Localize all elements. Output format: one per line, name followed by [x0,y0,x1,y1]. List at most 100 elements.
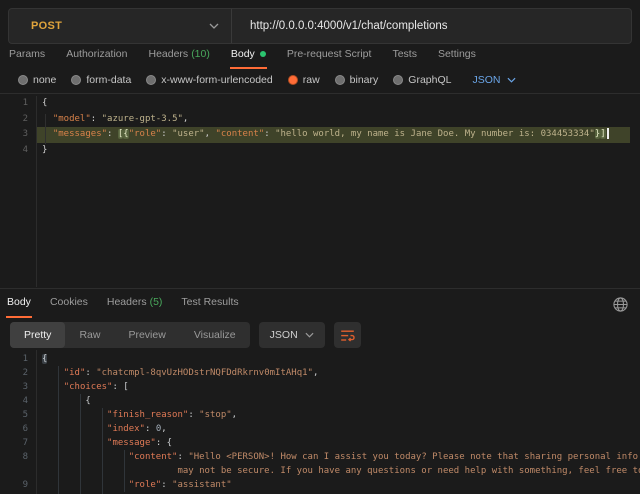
radio-label: binary [350,74,379,86]
radio-icon [335,75,345,85]
code-text: } [36,143,630,159]
response-view-tabs: PrettyRawPreviewVisualize [10,322,250,348]
code-text: "id": "chatcmpl-8qvUzHODstrNQFDdRkrnv0mI… [36,366,318,380]
code-line: 8 "content": "Hello <PERSON>! How can I … [0,450,640,464]
chevron-down-icon [507,77,516,83]
tab-label: Params [9,48,45,60]
code-text: { [36,352,47,366]
code-text: { [36,96,630,112]
tab-count-badge: (10) [191,48,210,60]
code-line: 6 "index": 0, [0,422,640,436]
gutter-divider [36,96,37,287]
tab-label: Settings [438,48,476,60]
line-number: 2 [0,366,36,380]
indent-guide [102,408,103,494]
language-dropdown[interactable]: JSON [472,74,515,86]
url-input[interactable]: http://0.0.0.0:4000/v1/chat/completions [232,20,448,32]
tab-pre-request-script[interactable]: Pre-request Script [286,44,373,67]
tab-settings[interactable]: Settings [437,44,477,67]
view-tab-preview[interactable]: Preview [114,322,179,348]
body-type-x-www-form-urlencoded[interactable]: x-www-form-urlencoded [146,74,272,86]
language-label: JSON [472,74,500,86]
code-line: 2 "id": "chatcmpl-8qvUzHODstrNQFDdRkrnv0… [0,366,640,380]
code-line: 3 "messages": [{"role": "user", "content… [0,127,640,143]
response-tabs: Body Cookies Headers(5) Test Results [6,292,240,318]
body-type-raw[interactable]: raw [288,74,320,86]
code-line: 2 "model": "azure-gpt-3.5", [0,112,640,128]
code-line: 5 "finish_reason": "stop", [0,408,640,422]
response-format-label: JSON [270,329,298,341]
radio-icon [146,75,156,85]
radio-icon [288,75,298,85]
code-text: { [36,394,91,408]
request-url-bar: POST http://0.0.0.0:4000/v1/chat/complet… [8,8,632,44]
request-tabs: Params Authorization Headers(10) Body Pre-re… [8,44,477,68]
body-type-binary[interactable]: binary [335,74,379,86]
code-line: 4 { [0,394,640,408]
tab-label: Body [7,296,31,308]
line-number: 4 [0,143,36,159]
code-line: 4} [0,143,640,159]
tab-body[interactable]: Body [230,44,267,69]
method-dropdown[interactable]: POST [9,9,231,43]
radio-icon [71,75,81,85]
response-tab-test-results[interactable]: Test Results [180,292,239,318]
radio-label: raw [303,74,320,86]
code-text: may not be secure. If you have any quest… [36,464,640,478]
body-type-radiogroup: none form-data x-www-form-urlencoded raw bin… [18,70,516,90]
body-type-none[interactable]: none [18,74,56,86]
code-text: "content": "Hello <PERSON>! How can I as… [36,450,638,464]
tab-label: Headers [107,296,147,308]
body-type-form-data[interactable]: form-data [71,74,131,86]
method-label: POST [31,20,62,32]
code-text: "messages": [{"role": "user", "content":… [36,127,630,143]
divider [0,288,640,289]
wrap-text-button[interactable] [334,322,361,348]
wrap-text-icon [340,329,355,342]
code-line: may not be secure. If you have any quest… [0,464,640,478]
text-cursor [607,128,609,139]
code-line: 1{ [0,96,640,112]
response-toolbar: PrettyRawPreviewVisualize JSON [10,322,361,348]
tab-params[interactable]: Params [8,44,46,67]
line-number: 1 [0,96,36,112]
view-tab-pretty[interactable]: Pretty [10,322,65,348]
code-text: "role": "assistant" [36,478,232,492]
open-in-new-window-button[interactable] [612,296,632,316]
tab-label: Test Results [181,296,238,308]
response-tab-body[interactable]: Body [6,292,32,318]
tab-label: Body [231,48,255,60]
tab-authorization[interactable]: Authorization [65,44,128,67]
chevron-down-icon [305,332,314,338]
line-number: 4 [0,394,36,408]
code-text: "finish_reason": "stop", [36,408,237,422]
tab-headers[interactable]: Headers(10) [147,44,210,67]
response-tab-headers[interactable]: Headers(5) [106,292,164,318]
line-number: 5 [0,408,36,422]
indent-guide [80,394,81,494]
radio-label: x-www-form-urlencoded [161,74,272,86]
tab-label: Pre-request Script [287,48,372,60]
globe-icon [612,296,629,313]
response-body-viewer: 1{2 "id": "chatcmpl-8qvUzHODstrNQFDdRkrn… [0,350,640,494]
line-number: 1 [0,352,36,366]
response-format-dropdown[interactable]: JSON [259,322,325,348]
tab-label: Tests [392,48,417,60]
request-body-editor[interactable]: 1{2 "model": "azure-gpt-3.5",3 "messages… [0,96,640,287]
indent-guide [58,366,59,494]
view-tab-raw[interactable]: Raw [65,322,114,348]
code-text: "message": { [36,436,172,450]
divider [0,93,640,94]
view-tab-visualize[interactable]: Visualize [180,322,250,348]
radio-icon [393,75,403,85]
response-tab-cookies[interactable]: Cookies [49,292,89,318]
tab-tests[interactable]: Tests [391,44,418,67]
line-number: 6 [0,422,36,436]
body-type-graphql[interactable]: GraphQL [393,74,451,86]
body-filled-dot [260,51,266,57]
line-number: 8 [0,450,36,464]
code-line: 1{ [0,352,640,366]
code-line: 7 "message": { [0,436,640,450]
indent-guide [124,450,125,492]
radio-label: none [33,74,56,86]
